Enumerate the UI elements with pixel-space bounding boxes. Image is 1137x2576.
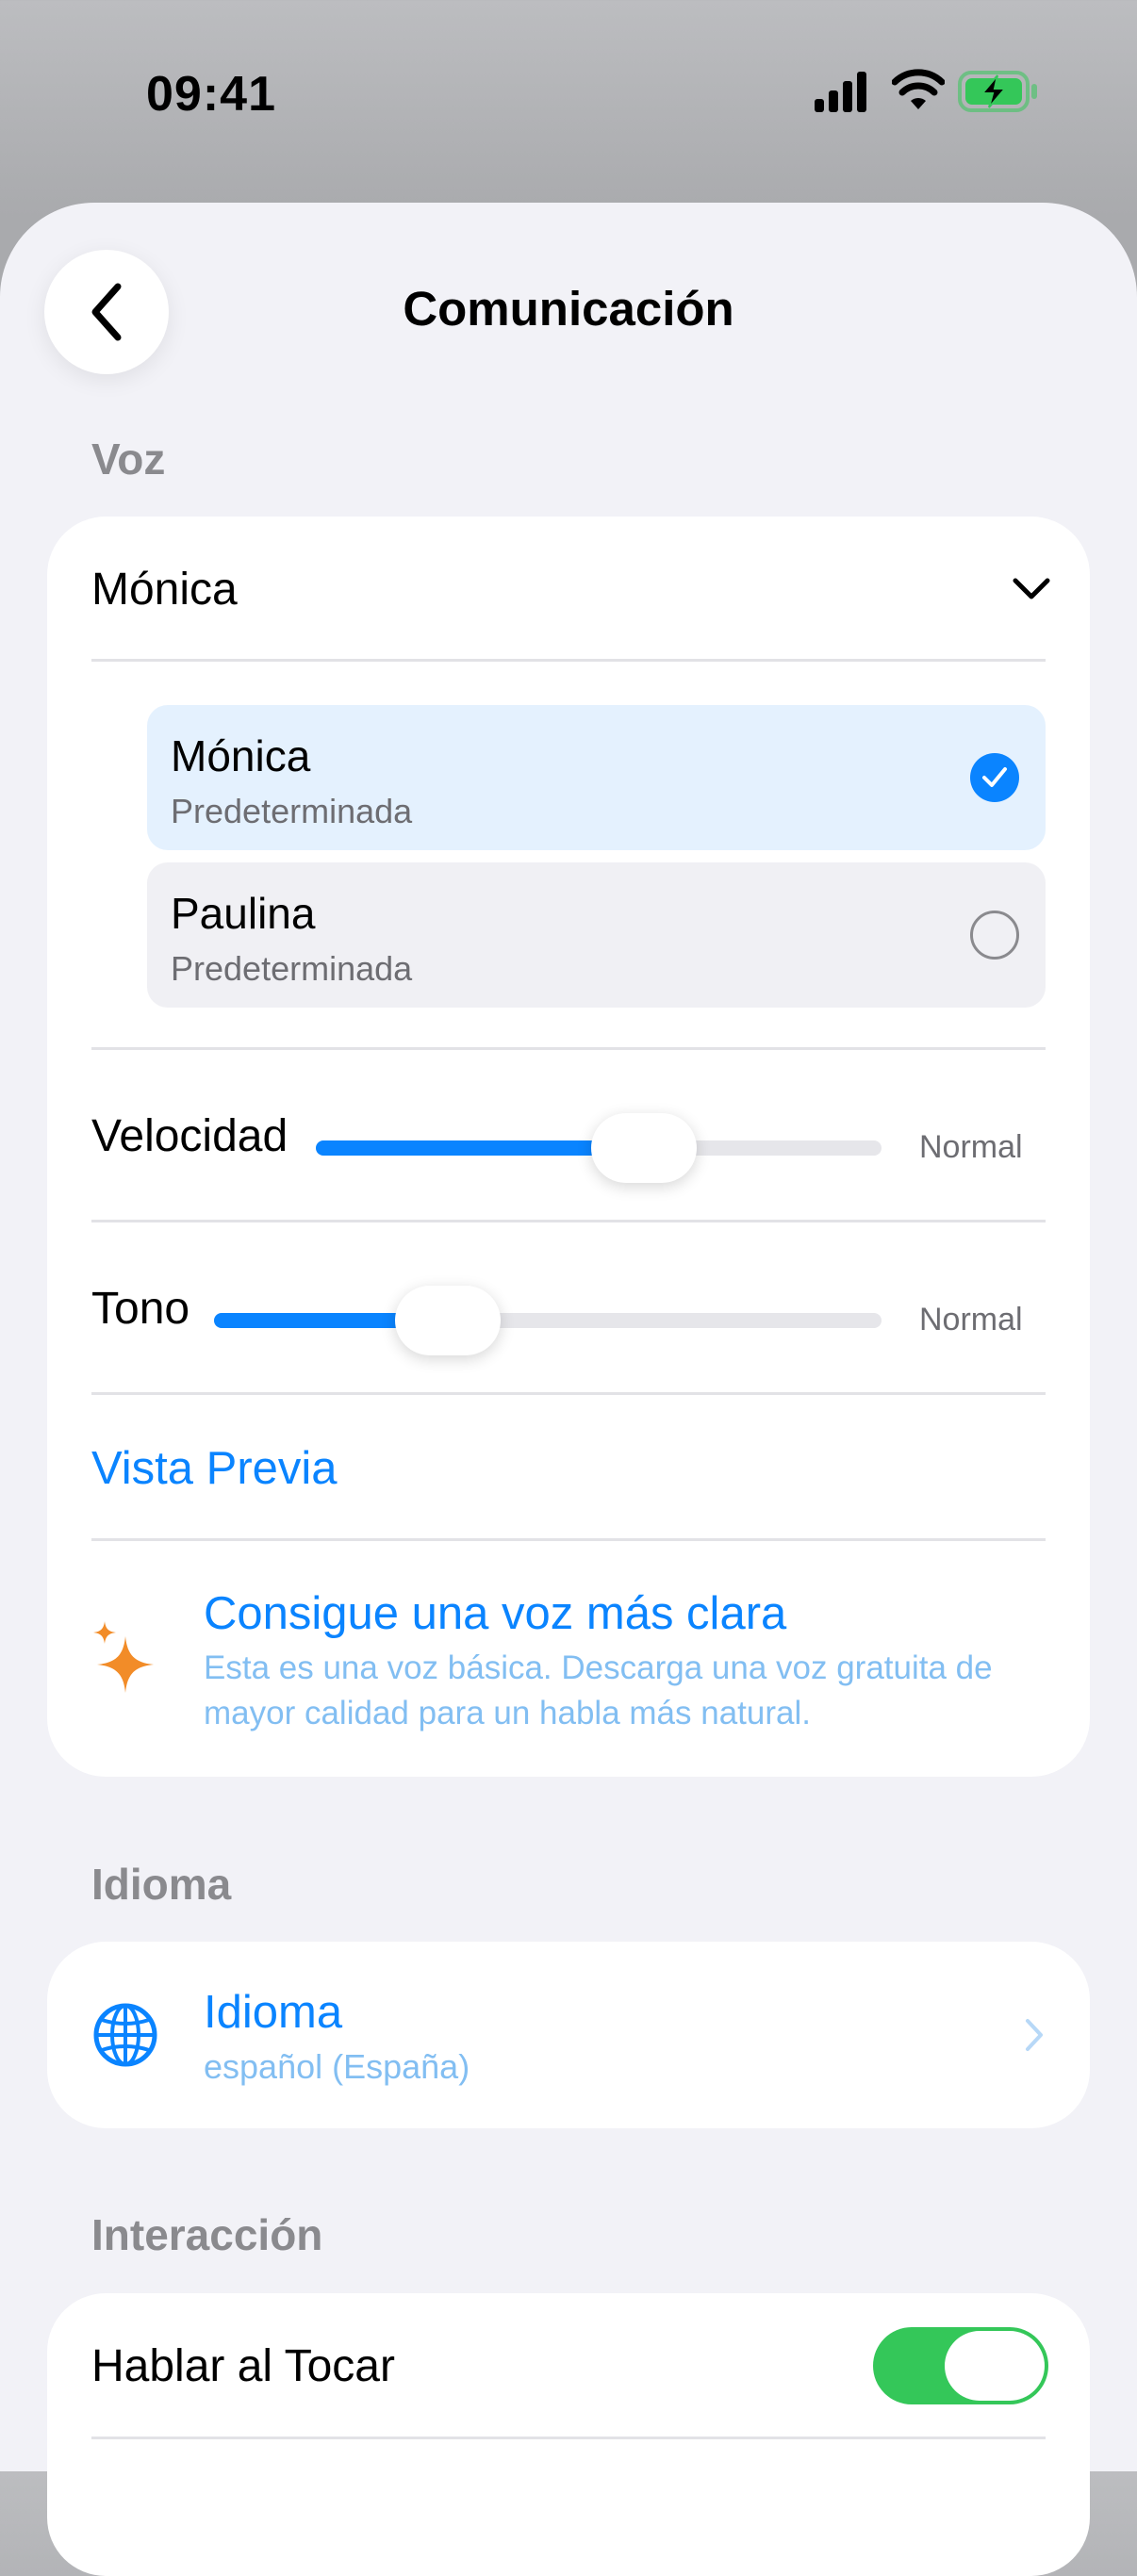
voice-option-subtitle: Predeterminada <box>171 792 413 830</box>
promo-body: Esta es una voz básica. Descarga una voz… <box>204 1649 993 1731</box>
interaction-card: Hablar al Tocar <box>47 2293 1090 2576</box>
preview-button[interactable]: Vista Previa <box>91 1442 338 1495</box>
toggle-knob <box>945 2331 1045 2401</box>
chevron-right-icon <box>1026 2019 1043 2051</box>
wifi-icon <box>892 69 945 109</box>
language-value: español (España) <box>204 2047 470 2086</box>
speed-slider-thumb[interactable] <box>591 1113 697 1183</box>
chevron-down-icon <box>1013 578 1050 599</box>
voice-card: Mónica Mónica Predeterminada Paulina Pre… <box>47 517 1090 1777</box>
divider <box>91 1220 1046 1222</box>
voice-option-subtitle: Predeterminada <box>171 949 413 988</box>
selected-voice-label: Mónica <box>91 565 238 615</box>
section-header-interaccion: Interacción <box>91 2210 323 2259</box>
radio-unselected-icon <box>970 911 1019 960</box>
language-row[interactable]: Idioma español (España) <box>47 1942 1090 2128</box>
section-header-voz: Voz <box>91 435 166 484</box>
speed-label: Velocidad <box>91 1111 288 1161</box>
sparkles-icon <box>93 1621 154 1693</box>
voice-option-paulina[interactable]: Paulina Predeterminada <box>147 862 1046 1008</box>
speak-on-tap-toggle[interactable] <box>873 2327 1048 2404</box>
divider <box>91 1392 1046 1395</box>
language-title: Idioma <box>204 1987 343 2038</box>
globe-icon <box>93 2003 157 2067</box>
divider <box>91 659 1046 662</box>
speak-on-tap-label: Hablar al Tocar <box>91 2341 395 2391</box>
cellular-signal-icon <box>815 72 866 112</box>
speed-value: Normal <box>919 1129 1023 1165</box>
voice-dropdown[interactable]: Mónica <box>47 517 1090 660</box>
divider <box>91 2437 1046 2439</box>
promo-title[interactable]: Consigue una voz más clara <box>204 1587 786 1640</box>
voice-option-name: Paulina <box>171 889 316 938</box>
pitch-slider[interactable] <box>214 1273 882 1368</box>
battery-charging-icon <box>958 71 1037 112</box>
status-icons <box>813 68 1039 115</box>
pitch-value: Normal <box>919 1302 1023 1337</box>
pitch-slider-thumb[interactable] <box>395 1286 501 1355</box>
status-bar: 09:41 <box>0 0 1137 189</box>
pitch-slider-track <box>214 1313 882 1328</box>
divider <box>91 1538 1046 1541</box>
checkmark-icon <box>970 753 1019 802</box>
voice-option-name: Mónica <box>171 731 311 780</box>
pitch-label: Tono <box>91 1284 190 1334</box>
page-title: Comunicación <box>403 282 734 336</box>
voice-option-monica[interactable]: Mónica Predeterminada <box>147 705 1046 850</box>
status-time: 09:41 <box>146 67 276 122</box>
section-header-idioma: Idioma <box>91 1860 232 1909</box>
speed-slider[interactable] <box>316 1101 882 1195</box>
divider <box>91 1047 1046 1050</box>
